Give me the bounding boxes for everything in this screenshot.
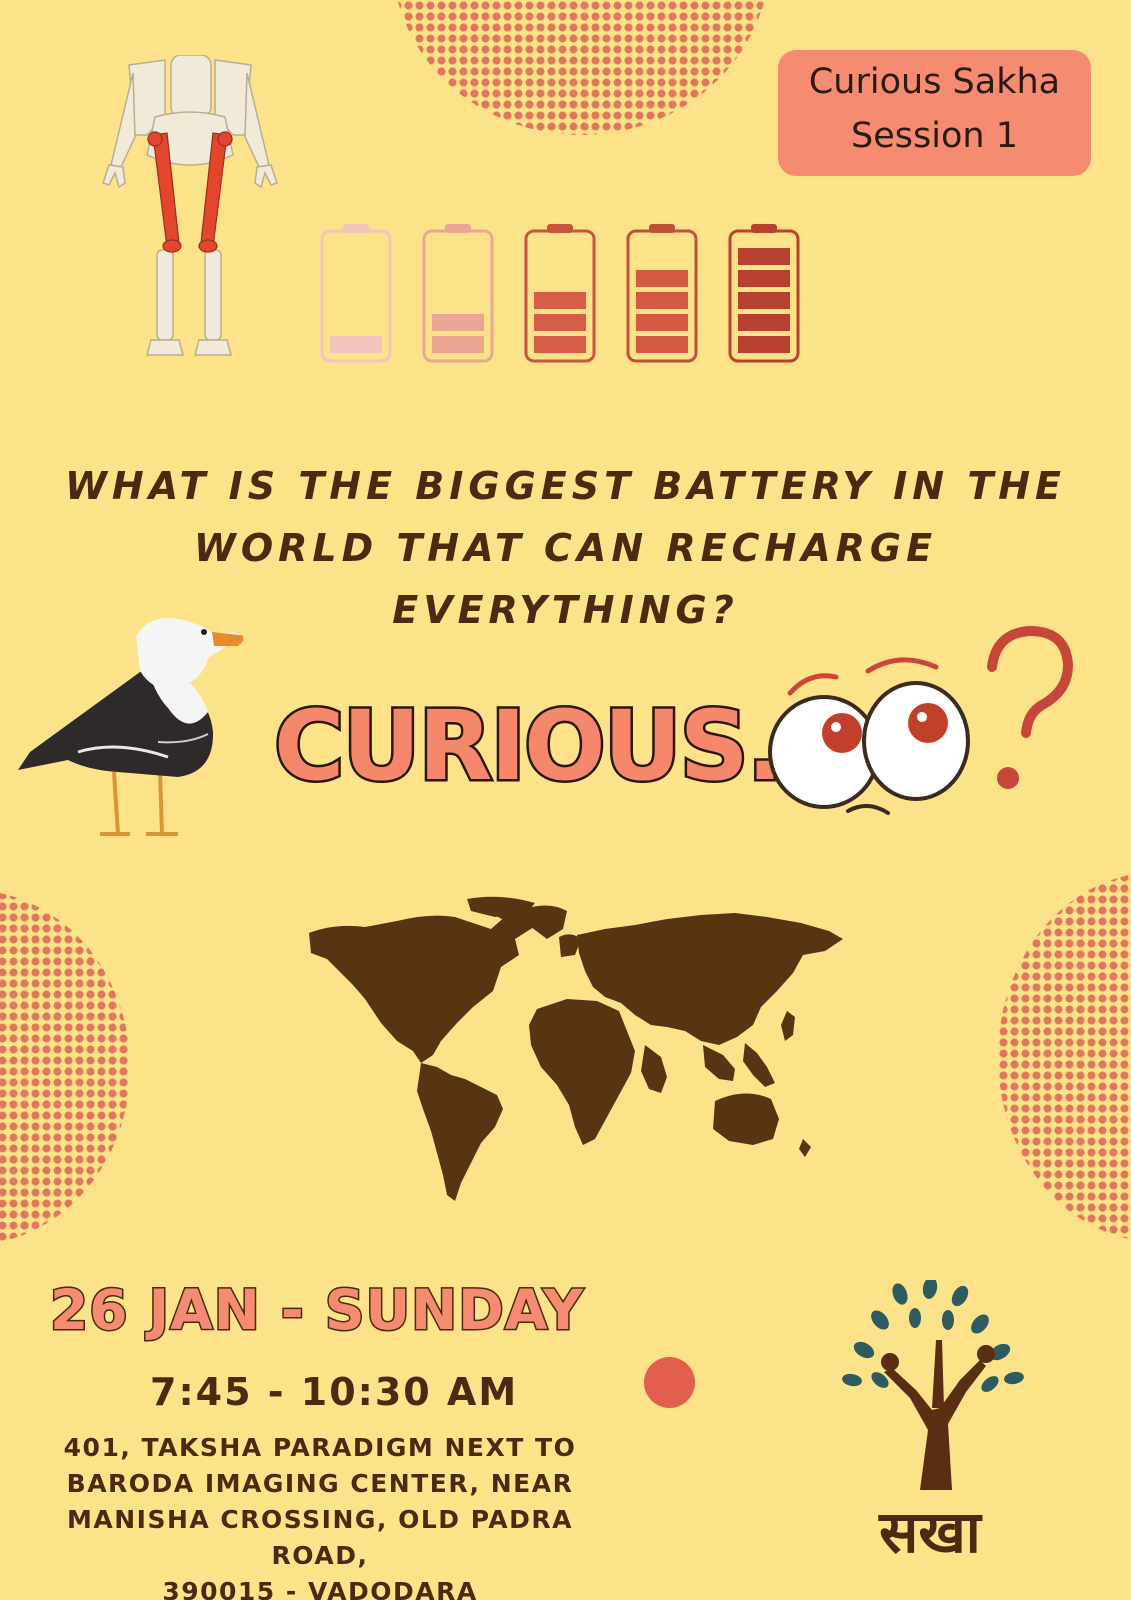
battery-charge-bar (432, 314, 484, 331)
event-time: 7:45 - 10:30 AM (150, 1370, 519, 1414)
address-line-4: 390015 - VADODARA (162, 1577, 478, 1600)
battery-charge-bar (534, 314, 586, 331)
halftone-dots-left (0, 890, 130, 1245)
address-line-2: BARODA IMAGING CENTER, NEAR (66, 1469, 574, 1498)
battery-charge-bar (636, 336, 688, 353)
event-address: 401, TAKSHA PARADIGM NEXT TO BARODA IMAG… (30, 1430, 610, 1600)
session-title: Curious Sakha (808, 62, 1061, 102)
battery-charge-bar (738, 292, 790, 309)
event-date: 26 JAN - SUNDAY (49, 1277, 585, 1344)
battery-charge-bar (330, 336, 382, 353)
world-map-illustration (309, 896, 843, 1201)
battery-icon (728, 224, 800, 363)
curious-headline: CURIOUS.. (272, 688, 821, 805)
decorative-dot (644, 1357, 695, 1408)
battery-charge-bar (636, 292, 688, 309)
battery-row (320, 224, 800, 363)
battery-icon (626, 224, 698, 363)
battery-charge-bar (636, 270, 688, 287)
brand-name: सखा (879, 1498, 981, 1566)
poster: Curious Sakha Session 1 WHAT IS THE BIGG… (0, 0, 1131, 1600)
battery-charge-bar (534, 336, 586, 353)
battery-charge-bar (534, 292, 586, 309)
battery-charge-bar (738, 336, 790, 353)
seagull-illustration (18, 618, 243, 836)
battery-charge-bar (432, 336, 484, 353)
battery-icon (524, 224, 596, 363)
battery-charge-bar (738, 314, 790, 331)
question-line-1: WHAT IS THE BIGGEST BATTERY IN THE (64, 464, 1067, 508)
battery-charge-bar (636, 314, 688, 331)
session-number: Session 1 (851, 116, 1018, 156)
battery-icon (422, 224, 494, 363)
address-line-1: 401, TAKSHA PARADIGM NEXT TO (63, 1433, 577, 1462)
battery-icon (320, 224, 392, 363)
halftone-dots-right (998, 872, 1131, 1242)
battery-charge-bar (738, 270, 790, 287)
halftone-dots-top (392, 0, 770, 135)
skeleton-legs-illustration (102, 55, 278, 356)
sakha-tree-logo (842, 1280, 1024, 1490)
address-line-3: MANISHA CROSSING, OLD PADRA ROAD, (67, 1505, 573, 1570)
battery-charge-bar (738, 248, 790, 265)
question-mark-icon (987, 625, 1074, 789)
session-badge: Curious Sakha Session 1 (778, 50, 1091, 176)
